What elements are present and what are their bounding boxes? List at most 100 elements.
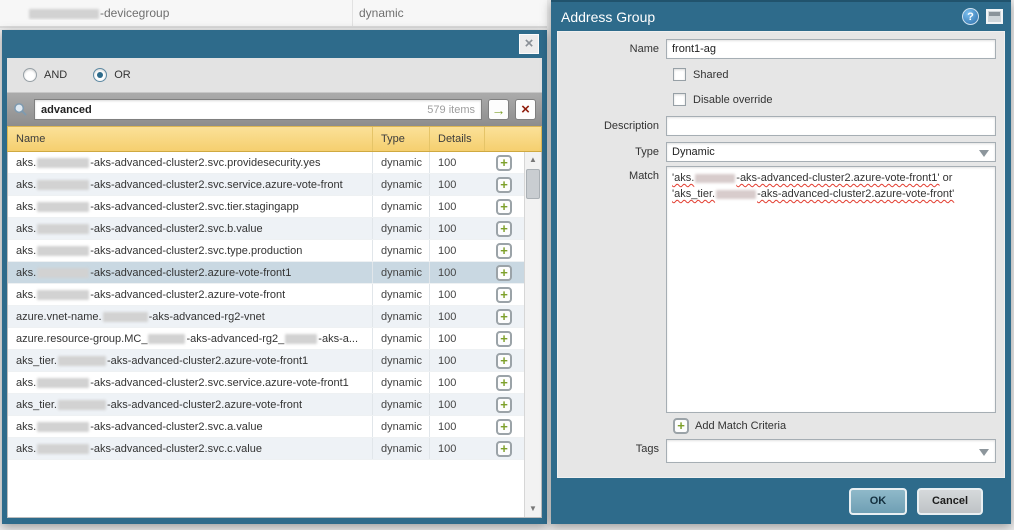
results-table: aks.-aks-advanced-cluster2.svc.providese…: [7, 152, 542, 518]
description-field[interactable]: [666, 116, 996, 136]
row-details: 100: [429, 262, 484, 283]
table-row[interactable]: aks.-aks-advanced-cluster2.svc.providese…: [8, 152, 541, 174]
description-label: Description: [558, 116, 666, 132]
row-name: aks.-aks-advanced-cluster2.svc.providese…: [8, 152, 372, 173]
table-row[interactable]: aks_tier.-aks-advanced-cluster2.azure-vo…: [8, 394, 541, 416]
cancel-button[interactable]: Cancel: [917, 488, 983, 515]
search-input[interactable]: advanced 579 items: [34, 99, 482, 120]
dialog-title: Address Group: [561, 9, 962, 25]
table-row[interactable]: azure.resource-group.MC_-aks-advanced-rg…: [8, 328, 541, 350]
arrow-right-icon: →: [492, 103, 506, 117]
row-name: aks.-aks-advanced-cluster2.svc.service.a…: [8, 372, 372, 393]
add-row-button[interactable]: +: [496, 221, 512, 237]
and-radio-label: AND: [44, 69, 67, 81]
add-row-button[interactable]: +: [496, 177, 512, 193]
table-row[interactable]: aks.-aks-advanced-cluster2.svc.tier.stag…: [8, 196, 541, 218]
add-row-button[interactable]: +: [496, 419, 512, 435]
tags-dropdown[interactable]: [666, 439, 996, 463]
row-type: dynamic: [372, 306, 429, 327]
row-name: aks.-aks-advanced-cluster2.azure-vote-fr…: [8, 262, 372, 283]
add-row-button[interactable]: +: [496, 287, 512, 303]
add-row-button[interactable]: +: [496, 243, 512, 259]
chevron-down-icon: [979, 449, 989, 456]
add-row-button[interactable]: +: [496, 375, 512, 391]
close-icon[interactable]: ×: [519, 34, 539, 54]
and-radio-group[interactable]: AND: [23, 68, 67, 82]
dock-window-icon[interactable]: [986, 9, 1003, 24]
table-row[interactable]: aks_tier.-aks-advanced-cluster2.azure-vo…: [8, 350, 541, 372]
scrollbar-thumb[interactable]: [526, 169, 540, 199]
results-table-header: Name Type Details: [7, 126, 542, 152]
row-type: dynamic: [372, 328, 429, 349]
address-group-header: Address Group ?: [551, 2, 1011, 31]
type-value: Dynamic: [672, 146, 715, 158]
add-row-button[interactable]: +: [496, 331, 512, 347]
shared-checkbox[interactable]: [673, 68, 686, 81]
background-table-row[interactable]: -devicegroup dynamic: [0, 0, 547, 28]
add-row-button[interactable]: +: [496, 265, 512, 281]
row-name: azure.resource-group.MC_-aks-advanced-rg…: [8, 328, 372, 349]
or-radio-group[interactable]: OR: [93, 68, 131, 82]
table-row[interactable]: aks.-aks-advanced-cluster2.svc.a.valuedy…: [8, 416, 541, 438]
disable-override-label: Disable override: [693, 94, 772, 106]
radio-or[interactable]: [93, 68, 107, 82]
ok-button[interactable]: OK: [849, 488, 907, 515]
add-row-button[interactable]: +: [496, 309, 512, 325]
row-type: dynamic: [372, 262, 429, 283]
row-name: aks.-aks-advanced-cluster2.azure-vote-fr…: [8, 284, 372, 305]
add-row-button[interactable]: +: [496, 199, 512, 215]
table-row[interactable]: aks.-aks-advanced-cluster2.azure-vote-fr…: [8, 262, 541, 284]
clear-x-icon: ×: [521, 102, 530, 117]
plus-icon: +: [673, 418, 689, 434]
row-name: aks.-aks-advanced-cluster2.svc.c.value: [8, 438, 372, 459]
disable-override-checkbox[interactable]: [673, 93, 686, 106]
table-row[interactable]: aks.-aks-advanced-cluster2.svc.b.valuedy…: [8, 218, 541, 240]
search-icon: [13, 102, 28, 117]
row-details: 100: [429, 438, 484, 459]
picker-dialog-body: AND OR advanced 579 items → × Name Type …: [7, 58, 542, 518]
row-type: dynamic: [372, 240, 429, 261]
row-type: dynamic: [372, 152, 429, 173]
search-clear-button[interactable]: ×: [515, 99, 536, 120]
background-devicegroup-cell: -devicegroup: [0, 6, 352, 20]
row-details: 100: [429, 174, 484, 195]
or-radio-label: OR: [114, 69, 131, 81]
picker-dialog-header: ×: [2, 30, 547, 58]
match-criteria-picker-dialog: × AND OR advanced 579 items → ×: [2, 30, 547, 524]
add-row-button[interactable]: +: [496, 353, 512, 369]
shared-label: Shared: [693, 69, 728, 81]
column-header-add: [484, 127, 524, 151]
table-row[interactable]: aks.-aks-advanced-cluster2.svc.service.a…: [8, 174, 541, 196]
match-input[interactable]: 'aks.-aks-advanced-cluster2.azure-vote-f…: [666, 166, 996, 413]
row-details: 100: [429, 350, 484, 371]
row-type: dynamic: [372, 438, 429, 459]
scroll-down-icon[interactable]: ▼: [525, 501, 541, 517]
table-row[interactable]: aks.-aks-advanced-cluster2.svc.service.a…: [8, 372, 541, 394]
row-details: 100: [429, 372, 484, 393]
row-details: 100: [429, 240, 484, 261]
row-type: dynamic: [372, 416, 429, 437]
row-details: 100: [429, 416, 484, 437]
column-header-details[interactable]: Details: [429, 127, 484, 151]
row-details: 100: [429, 328, 484, 349]
help-icon[interactable]: ?: [962, 8, 979, 25]
name-field[interactable]: [666, 39, 996, 59]
radio-and[interactable]: [23, 68, 37, 82]
column-header-type[interactable]: Type: [372, 127, 429, 151]
scroll-up-icon[interactable]: ▲: [525, 152, 541, 168]
results-rows: aks.-aks-advanced-cluster2.svc.providese…: [8, 152, 541, 460]
type-dropdown[interactable]: Dynamic: [666, 142, 996, 162]
row-name: aks.-aks-advanced-cluster2.svc.type.prod…: [8, 240, 372, 261]
vertical-scrollbar[interactable]: ▲ ▼: [524, 152, 541, 517]
table-row[interactable]: aks.-aks-advanced-cluster2.azure-vote-fr…: [8, 284, 541, 306]
add-row-button[interactable]: +: [496, 155, 512, 171]
search-submit-button[interactable]: →: [488, 99, 509, 120]
table-row[interactable]: aks.-aks-advanced-cluster2.svc.type.prod…: [8, 240, 541, 262]
tags-label: Tags: [558, 439, 666, 455]
column-header-name[interactable]: Name: [8, 127, 372, 151]
add-row-button[interactable]: +: [496, 441, 512, 457]
table-row[interactable]: azure.vnet-name.-aks-advanced-rg2-vnetdy…: [8, 306, 541, 328]
table-row[interactable]: aks.-aks-advanced-cluster2.svc.c.valuedy…: [8, 438, 541, 460]
add-match-criteria-button[interactable]: + Add Match Criteria: [673, 418, 996, 434]
add-row-button[interactable]: +: [496, 397, 512, 413]
